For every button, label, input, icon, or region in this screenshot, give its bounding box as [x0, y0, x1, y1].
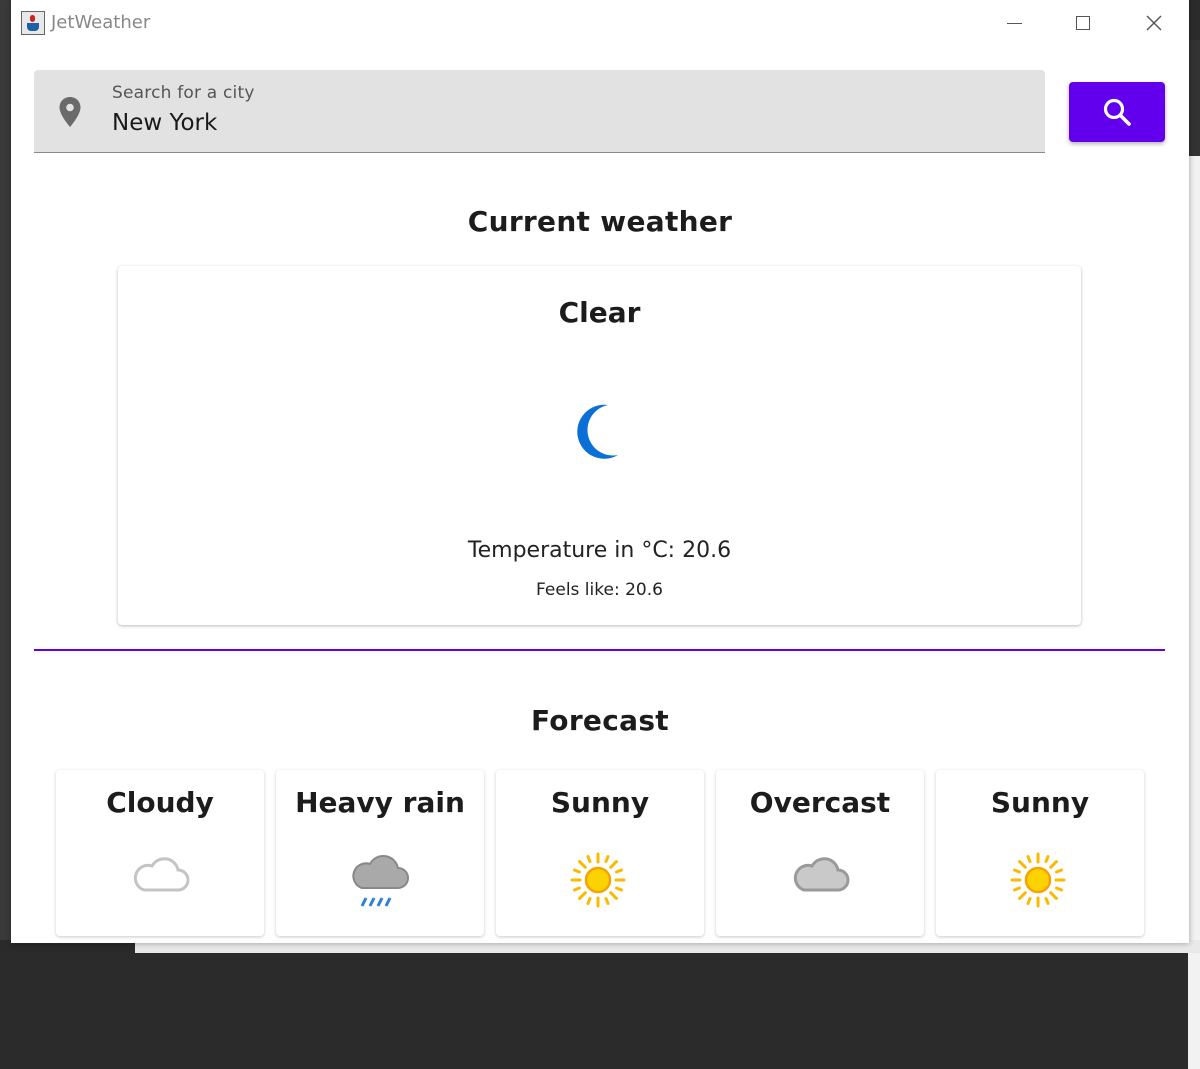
close-icon: [1146, 15, 1162, 31]
forecast-condition: Overcast: [749, 786, 891, 819]
forecast-condition: Heavy rain: [295, 786, 465, 819]
window-title: JetWeather: [51, 12, 151, 33]
background-desktop: [1188, 40, 1200, 156]
city-search-field[interactable]: Search for a city New York: [34, 70, 1045, 153]
location-pin-icon: [59, 97, 81, 127]
forecast-card: Heavy rain: [276, 770, 484, 936]
app-window: JetWeather Search for a city New York Cu…: [11, 0, 1189, 943]
minimize-button[interactable]: [991, 6, 1037, 40]
background-desktop: [1188, 156, 1200, 1069]
cloud-icon: [133, 857, 190, 892]
forecast-condition: Sunny: [990, 786, 1090, 819]
title-bar[interactable]: JetWeather: [11, 0, 1189, 46]
section-divider: [34, 649, 1165, 651]
overcast-cloud-icon: [793, 857, 850, 892]
search-icon: [1103, 98, 1131, 126]
forecast-card: Sunny: [936, 770, 1144, 936]
forecast-card: Overcast: [716, 770, 924, 936]
close-button[interactable]: [1131, 6, 1177, 40]
forecast-card: Sunny: [496, 770, 704, 936]
moon-icon: [577, 404, 618, 459]
search-field-label: Search for a city: [112, 83, 255, 103]
current-weather-card: Clear Temperature in °C: 20.6 Feels like…: [118, 266, 1081, 625]
sun-icon: [1010, 852, 1066, 908]
current-weather-heading: Current weather: [467, 205, 733, 238]
search-input[interactable]: New York: [112, 110, 217, 136]
feels-like-text: Feels like: 20.6: [536, 580, 663, 600]
java-app-icon: [21, 11, 45, 35]
forecast-condition: Sunny: [550, 786, 650, 819]
forecast-heading: Forecast: [531, 704, 669, 737]
temperature-text: Temperature in °C: 20.6: [467, 538, 732, 563]
forecast-card: Cloudy: [56, 770, 264, 936]
sun-icon: [570, 852, 626, 908]
maximize-button[interactable]: [1060, 6, 1106, 40]
rain-cloud-icon: [352, 854, 409, 907]
current-condition: Clear: [558, 296, 641, 329]
forecast-condition: Cloudy: [106, 786, 214, 819]
search-button[interactable]: [1069, 82, 1165, 142]
